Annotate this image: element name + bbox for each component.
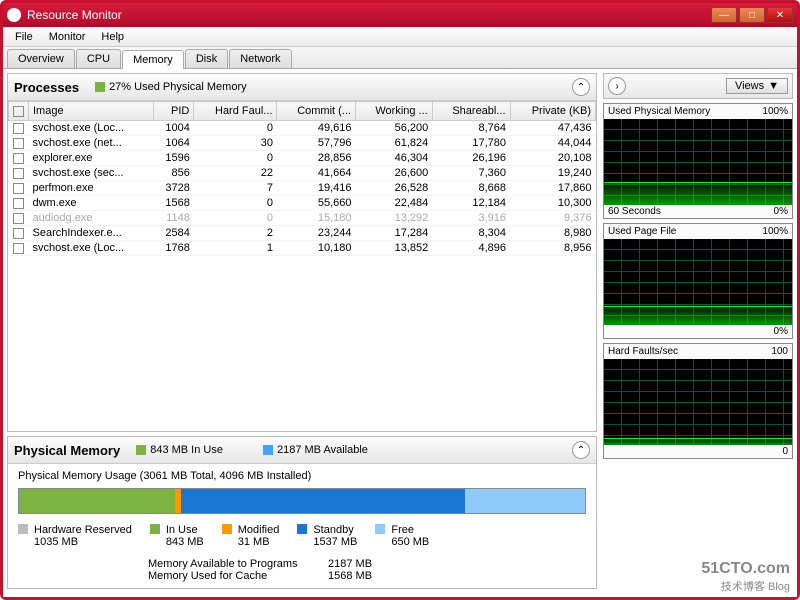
column-header[interactable]: Hard Faul... <box>194 102 277 121</box>
legend-swatch <box>150 524 160 534</box>
membar-segment-darkblue <box>181 489 465 513</box>
table-row[interactable]: svchost.exe (sec...8562241,66426,6007,36… <box>9 166 596 181</box>
column-header[interactable]: Image <box>29 102 154 121</box>
legend-item: In Use843 MB <box>150 524 204 548</box>
chart-used-physical-memory: Used Physical Memory100%60 Seconds0% <box>603 103 793 219</box>
physmem-avail: 2187 MB Available <box>263 444 368 456</box>
menu-monitor[interactable]: Monitor <box>41 29 94 45</box>
content-area: Processes 27% Used Physical Memory ⌃ Ima… <box>3 69 797 597</box>
tab-network[interactable]: Network <box>229 49 291 68</box>
table-row[interactable]: explorer.exe1596028,85646,30426,19620,10… <box>9 151 596 166</box>
legend-item: Standby1537 MB <box>297 524 357 548</box>
row-checkbox[interactable] <box>13 138 24 149</box>
processes-table: ImagePIDHard Faul...Commit (...Working .… <box>8 101 596 256</box>
watermark: 51CTO.com 技术博客 Blog <box>701 560 790 594</box>
physmem-title: Physical Memory <box>14 443 120 458</box>
legend-swatch <box>297 524 307 534</box>
tab-cpu[interactable]: CPU <box>76 49 121 68</box>
chart-canvas <box>604 359 792 445</box>
memory-bar <box>18 488 586 514</box>
physmem-usage-line: Physical Memory Usage (3061 MB Total, 40… <box>18 470 586 482</box>
table-row[interactable]: SearchIndexer.e...2584223,24417,2848,304… <box>9 226 596 241</box>
collapse-icon[interactable]: ⌃ <box>572 78 590 96</box>
table-row[interactable]: perfmon.exe3728719,41626,5288,66817,860 <box>9 181 596 196</box>
tab-overview[interactable]: Overview <box>7 49 75 68</box>
legend-swatch <box>222 524 232 534</box>
row-checkbox[interactable] <box>13 198 24 209</box>
chart-hard-faults-sec: Hard Faults/sec1000 <box>603 343 793 459</box>
table-row[interactable]: svchost.exe (net...10643057,79661,82417,… <box>9 136 596 151</box>
legend-item: Modified31 MB <box>222 524 280 548</box>
physical-memory-panel: Physical Memory 843 MB In Use 2187 MB Av… <box>7 436 597 589</box>
row-checkbox[interactable] <box>13 243 24 254</box>
processes-title: Processes <box>14 80 79 95</box>
select-all-checkbox[interactable] <box>13 106 24 117</box>
minimize-button[interactable]: — <box>711 7 737 23</box>
chart-canvas <box>604 239 792 325</box>
processes-status: 27% Used Physical Memory <box>95 81 247 93</box>
column-header[interactable]: PID <box>153 102 194 121</box>
column-header[interactable]: Private (KB) <box>510 102 595 121</box>
avail-line: Memory Used for Cache1568 MB <box>148 570 586 582</box>
column-header[interactable]: Commit (... <box>277 102 356 121</box>
expand-icon[interactable]: › <box>608 77 626 95</box>
window-frame: Resource Monitor — □ ✕ FileMonitorHelp O… <box>0 0 800 600</box>
row-checkbox[interactable] <box>13 213 24 224</box>
right-header: › Views ▼ <box>603 73 793 99</box>
column-header[interactable]: Shareabl... <box>432 102 510 121</box>
maximize-button[interactable]: □ <box>739 7 765 23</box>
inuse-icon <box>136 445 146 455</box>
menu-file[interactable]: File <box>7 29 41 45</box>
physmem-body: Physical Memory Usage (3061 MB Total, 40… <box>8 464 596 588</box>
views-button[interactable]: Views ▼ <box>726 78 788 94</box>
legend-item: Hardware Reserved1035 MB <box>18 524 132 548</box>
legend-swatch <box>375 524 385 534</box>
right-column: › Views ▼ Used Physical Memory100%60 Sec… <box>603 73 793 593</box>
chart-used-page-file: Used Page File100%0% <box>603 223 793 339</box>
physmem-inuse: 843 MB In Use <box>136 444 223 456</box>
row-checkbox[interactable] <box>13 183 24 194</box>
titlebar[interactable]: Resource Monitor — □ ✕ <box>3 3 797 27</box>
window-controls: — □ ✕ <box>711 7 793 23</box>
physmem-header[interactable]: Physical Memory 843 MB In Use 2187 MB Av… <box>8 437 596 464</box>
row-checkbox[interactable] <box>13 228 24 239</box>
column-header[interactable]: Working ... <box>355 102 432 121</box>
collapse-icon[interactable]: ⌃ <box>572 441 590 459</box>
menubar: FileMonitorHelp <box>3 27 797 47</box>
left-column: Processes 27% Used Physical Memory ⌃ Ima… <box>7 73 597 593</box>
processes-header[interactable]: Processes 27% Used Physical Memory ⌃ <box>8 74 596 101</box>
table-row[interactable]: svchost.exe (Loc...1768110,18013,8524,89… <box>9 241 596 256</box>
processes-table-wrap[interactable]: ImagePIDHard Faul...Commit (...Working .… <box>8 101 596 431</box>
memory-icon <box>95 82 105 92</box>
row-checkbox[interactable] <box>13 123 24 134</box>
avail-icon <box>263 445 273 455</box>
close-button[interactable]: ✕ <box>767 7 793 23</box>
tabbar: OverviewCPUMemoryDiskNetwork <box>3 47 797 69</box>
table-row[interactable]: audiodg.exe1148015,18013,2923,9169,376 <box>9 211 596 226</box>
tab-disk[interactable]: Disk <box>185 49 228 68</box>
legend-item: Free650 MB <box>375 524 429 548</box>
tab-memory[interactable]: Memory <box>122 50 184 69</box>
charts-container: Used Physical Memory100%60 Seconds0%Used… <box>603 103 793 463</box>
membar-segment-lightblue <box>465 489 585 513</box>
processes-panel: Processes 27% Used Physical Memory ⌃ Ima… <box>7 73 597 432</box>
legend-swatch <box>18 524 28 534</box>
avail-line: Memory Available to Programs2187 MB <box>148 558 586 570</box>
membar-segment-green <box>19 489 175 513</box>
chevron-down-icon: ▼ <box>768 80 779 92</box>
window-title: Resource Monitor <box>27 8 711 22</box>
chart-canvas <box>604 119 792 205</box>
row-checkbox[interactable] <box>13 153 24 164</box>
row-checkbox[interactable] <box>13 168 24 179</box>
avail-lines: Memory Available to Programs2187 MBMemor… <box>148 558 586 582</box>
menu-help[interactable]: Help <box>93 29 132 45</box>
table-row[interactable]: dwm.exe1568055,66022,48412,18410,300 <box>9 196 596 211</box>
memory-legend: Hardware Reserved1035 MB In Use843 MB Modi… <box>18 524 586 548</box>
app-icon <box>7 8 21 22</box>
table-row[interactable]: svchost.exe (Loc...1004049,61656,2008,76… <box>9 121 596 136</box>
